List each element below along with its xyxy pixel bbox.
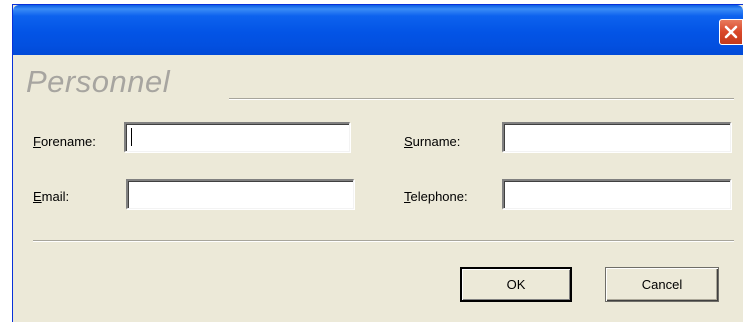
cancel-button[interactable]: Cancel [605,267,719,302]
title-bar[interactable] [13,5,743,55]
ok-button-label: OK [506,277,526,292]
cancel-button-label: Cancel [641,277,683,292]
email-label: Email: [33,189,69,205]
forename-label-mnemonic: F [33,134,41,149]
email-input[interactable] [126,179,354,209]
email-label-text: mail: [41,189,70,204]
telephone-input[interactable] [502,179,731,209]
forename-label-text: orename: [40,134,96,149]
ok-button[interactable]: OK [460,267,572,302]
surname-label: Surname: [404,134,460,150]
section-title-rule [229,98,734,100]
personnel-dialog: Personnel Forename: Surname: Email: Tele… [12,4,743,322]
telephone-label: Telephone: [404,189,468,205]
surname-label-mnemonic: S [404,134,413,149]
forename-input[interactable] [124,122,350,152]
section-title: Personnel [26,64,171,99]
close-button[interactable] [719,19,743,45]
surname-input[interactable] [502,122,731,152]
forename-label: Forename: [33,134,96,150]
close-icon [724,25,738,39]
button-separator [33,240,734,242]
email-label-mnemonic: E [33,189,42,204]
telephone-label-text: elephone: [410,189,468,204]
text-caret [131,128,132,146]
surname-label-text: urname: [412,134,461,149]
